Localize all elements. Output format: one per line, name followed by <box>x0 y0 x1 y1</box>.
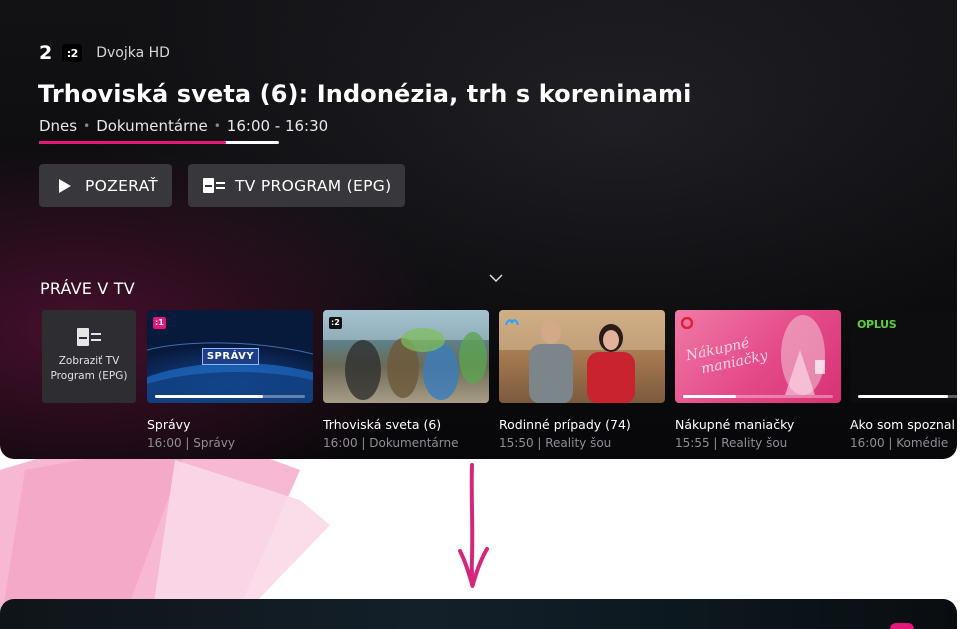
channel-card-joj[interactable]: Nákupné maniačky Nákupné maniačky 15:55 … <box>675 310 841 450</box>
card-title: Trhoviská sveta (6) <box>323 417 442 432</box>
channel-card-oplus[interactable]: OPLUS Ako som spoznal 16:00 | Komédie <box>850 310 957 450</box>
channel-info: 2 :2 Dvojka HD <box>39 42 170 64</box>
corner-indicator <box>890 623 914 629</box>
channel-name: Dvojka HD <box>96 45 170 61</box>
card-thumbnail: OPLUS <box>850 310 957 403</box>
markiza-logo-icon <box>505 319 519 326</box>
thumb-tag: SPRÁVY <box>202 348 259 365</box>
tv-program-button[interactable]: TV PROGRAM (EPG) <box>188 164 405 207</box>
channel-card-jednotka[interactable]: :1 SPRÁVY Správy 16:00 | Správy <box>147 310 313 450</box>
epg-tile-label-line1: Zobraziť TV <box>58 355 120 367</box>
play-icon <box>59 178 71 193</box>
tv-guide-icon <box>77 328 101 346</box>
stage: 2 :2 Dvojka HD Trhoviská sveta (6): Indo… <box>0 0 960 629</box>
studio-photo <box>499 310 665 403</box>
card-title: Rodinné prípady (74) <box>499 417 631 432</box>
card-subtitle: 16:00 | Dokumentárne <box>323 436 459 450</box>
meta-separator: • <box>213 119 221 133</box>
meta-separator: • <box>83 119 91 133</box>
oplus-logo: OPLUS <box>857 318 897 331</box>
tv-program-button-label: TV PROGRAM (EPG) <box>235 176 392 195</box>
channel-logo: :2 <box>62 44 83 62</box>
program-meta: Dnes • Dokumentárne • 16:00 - 16:30 <box>39 117 328 135</box>
watch-button[interactable]: POZERAŤ <box>39 164 172 207</box>
channel-card-dvojka[interactable]: :2 Trhoviská sveta (6) 16:00 | Dokumentá… <box>323 310 489 450</box>
show-epg-tile[interactable]: Zobraziť TV Program (EPG) <box>42 310 136 403</box>
card-title: Nákupné maniačky <box>675 417 795 432</box>
next-tv-screen <box>0 599 957 629</box>
section-title: PRÁVE V TV <box>40 279 135 298</box>
card-progress-bar <box>858 395 957 398</box>
card-thumbnail <box>499 310 665 403</box>
card-progress-bar <box>155 395 305 398</box>
arrow-down-icon <box>458 463 489 588</box>
card-subtitle: 16:00 | Správy <box>147 436 235 450</box>
watch-button-label: POZERAŤ <box>85 176 159 195</box>
card-title: Ako som spoznal <box>850 417 955 432</box>
channel-card-markiza[interactable]: Rodinné prípady (74) 15:50 | Reality šou <box>499 310 665 450</box>
program-progress-fill <box>39 141 227 144</box>
card-thumbnail: :2 <box>323 310 489 403</box>
epg-tile-label-line2: Program (EPG) <box>50 370 128 382</box>
card-thumbnail: Nákupné maniačky <box>675 310 841 403</box>
program-day: Dnes <box>39 117 78 135</box>
tv-guide-icon <box>203 178 225 193</box>
tv-screen: 2 :2 Dvojka HD Trhoviská sveta (6): Indo… <box>0 0 957 459</box>
card-title: Správy <box>147 417 191 432</box>
market-photo <box>323 310 489 400</box>
card-subtitle: 15:55 | Reality šou <box>675 436 788 450</box>
program-time: 16:00 - 16:30 <box>226 117 329 135</box>
card-subtitle: 15:50 | Reality šou <box>499 436 612 450</box>
channel-number: 2 <box>39 42 53 64</box>
program-progress-bar <box>39 141 279 144</box>
chevron-down-icon[interactable] <box>489 274 503 283</box>
card-thumbnail: :1 SPRÁVY <box>147 310 313 403</box>
program-title: Trhoviská sveta (6): Indonézia, trh s ko… <box>38 80 692 108</box>
channel-badge: :1 <box>153 317 166 329</box>
card-progress-bar <box>683 395 833 398</box>
program-genre: Dokumentárne <box>96 117 208 135</box>
channel-badge: :2 <box>329 317 342 329</box>
card-subtitle: 16:00 | Komédie <box>850 436 949 450</box>
joj-logo-icon <box>681 317 693 329</box>
